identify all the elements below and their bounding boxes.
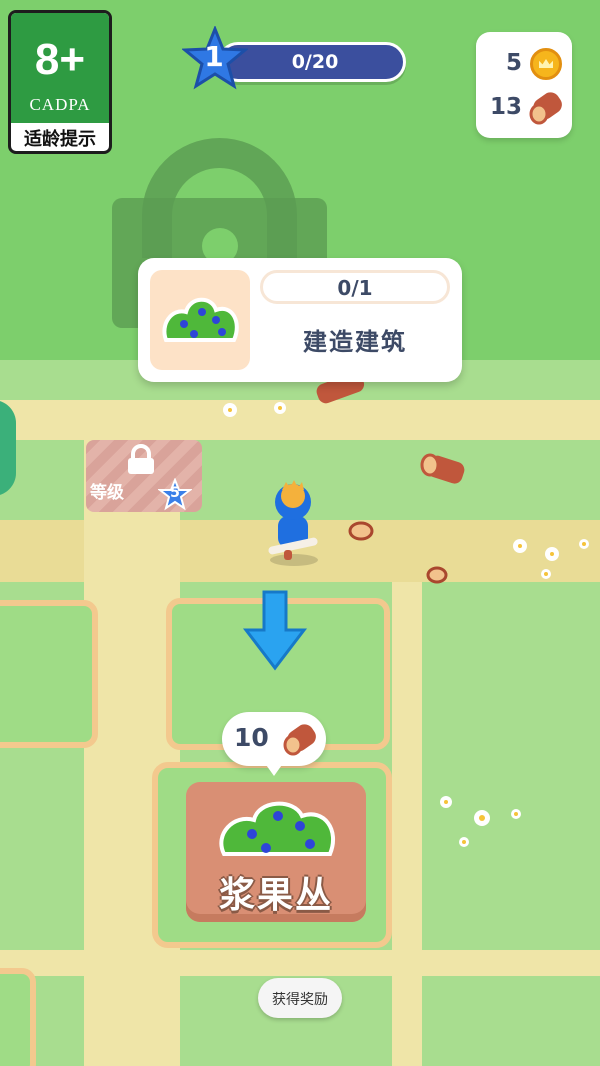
player-character[interactable] [262,476,326,566]
age-rating-tip: 适龄提示 [24,129,96,150]
berry-bush-icon [162,297,239,342]
resources-panel: 5 13 [476,32,572,138]
objective-card: 0/1 建造建筑 [138,258,462,382]
flower-icon [223,402,286,417]
reward-button-label: 获得奖励 [272,991,328,1007]
flower-icon [440,796,521,847]
build-site-name: 浆果丛 [218,875,333,916]
build-cost-bubble: 10 [222,712,326,776]
flower-icon [513,539,589,579]
berry-bush-icon [219,801,336,856]
age-rating-value: 8+ [34,35,86,84]
coin-counter: 5 [476,44,572,84]
wood-amount: 13 [489,94,522,120]
log-pickup[interactable] [420,452,468,486]
plot [0,600,98,748]
down-arrow-icon [242,590,308,671]
objective-progress: 0/1 [260,270,450,304]
game-scene[interactable]: 等级 5 浆果丛 10 [0,0,600,1066]
wood-counter: 13 [476,88,572,128]
age-rating-badge: 8+ CADPA 适龄提示 [8,10,112,154]
objective-thumbnail [150,270,250,370]
level-progress-text: 0/20 [291,51,339,73]
required-level-label: 等级 [90,483,124,503]
log-icon [529,92,562,125]
tree [0,400,16,496]
level-number: 1 [204,40,224,73]
stump [426,566,448,584]
crown-coin-icon [530,48,562,80]
reward-button[interactable]: 获得奖励 [258,978,342,1018]
log-icon [283,724,316,756]
lock-icon [128,444,154,474]
objective-progress-text: 0/1 [337,276,373,300]
path-vertical-right [392,582,422,1066]
build-cost-value: 10 [234,723,269,752]
objective-label: 建造建筑 [303,328,407,356]
plot [0,968,36,1066]
required-level-value: 5 [170,485,180,501]
stump [348,521,374,541]
age-rating-org: CADPA [29,95,91,114]
path-horizontal-bottom [0,950,600,976]
coin-amount: 5 [505,50,522,76]
